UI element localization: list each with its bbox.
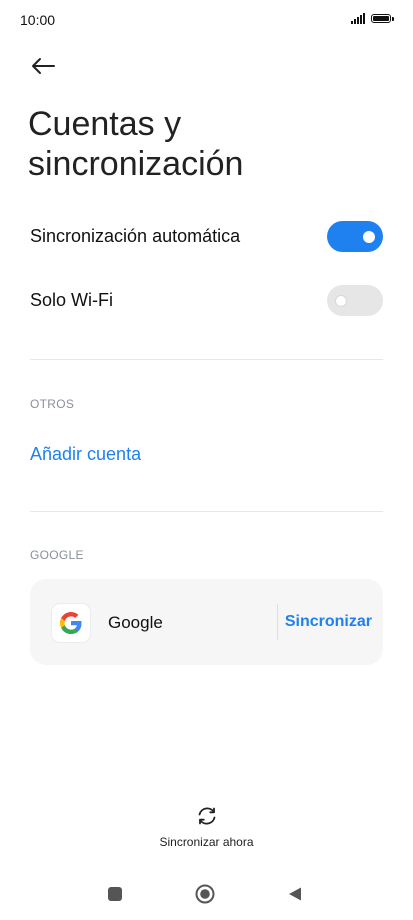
back-button[interactable] bbox=[28, 52, 58, 80]
signal-icon bbox=[351, 12, 365, 24]
sync-icon bbox=[198, 807, 215, 825]
google-account-card[interactable]: Google Sincronizar bbox=[30, 579, 383, 665]
status-time: 10:00 bbox=[20, 12, 56, 28]
circle-icon bbox=[195, 884, 215, 904]
section-header-others: OTROS bbox=[30, 397, 75, 411]
recents-button[interactable] bbox=[107, 886, 123, 907]
sync-now-button[interactable]: Sincronizar ahora bbox=[0, 804, 413, 849]
account-name: Google bbox=[108, 613, 163, 632]
wifi-only-row[interactable]: Solo Wi-Fi bbox=[30, 285, 383, 316]
status-bar: 10:00 bbox=[0, 0, 413, 40]
square-icon bbox=[108, 887, 122, 901]
auto-sync-row[interactable]: Sincronización automática bbox=[30, 221, 383, 252]
add-account-link[interactable]: Añadir cuenta bbox=[30, 444, 141, 465]
status-icons bbox=[351, 12, 394, 24]
wifi-only-label: Solo Wi-Fi bbox=[30, 290, 114, 310]
wifi-only-toggle[interactable] bbox=[327, 285, 383, 316]
navigation-bar bbox=[0, 878, 413, 910]
home-button[interactable] bbox=[195, 884, 215, 909]
sync-now-label: Sincronizar ahora bbox=[159, 835, 254, 849]
card-separator bbox=[277, 604, 278, 640]
divider bbox=[30, 511, 383, 512]
back-nav-button[interactable] bbox=[287, 886, 303, 907]
section-header-google: GOOGLE bbox=[30, 548, 84, 562]
battery-icon bbox=[371, 13, 394, 23]
auto-sync-label: Sincronización automática bbox=[30, 226, 241, 246]
auto-sync-toggle[interactable] bbox=[327, 221, 383, 252]
sync-button[interactable]: Sincronizar bbox=[285, 613, 372, 631]
divider bbox=[30, 359, 383, 360]
page-title: Cuentas y sincronización bbox=[28, 105, 244, 183]
triangle-back-icon bbox=[289, 887, 301, 901]
google-logo-icon bbox=[52, 604, 90, 642]
arrow-left-icon bbox=[32, 58, 55, 74]
